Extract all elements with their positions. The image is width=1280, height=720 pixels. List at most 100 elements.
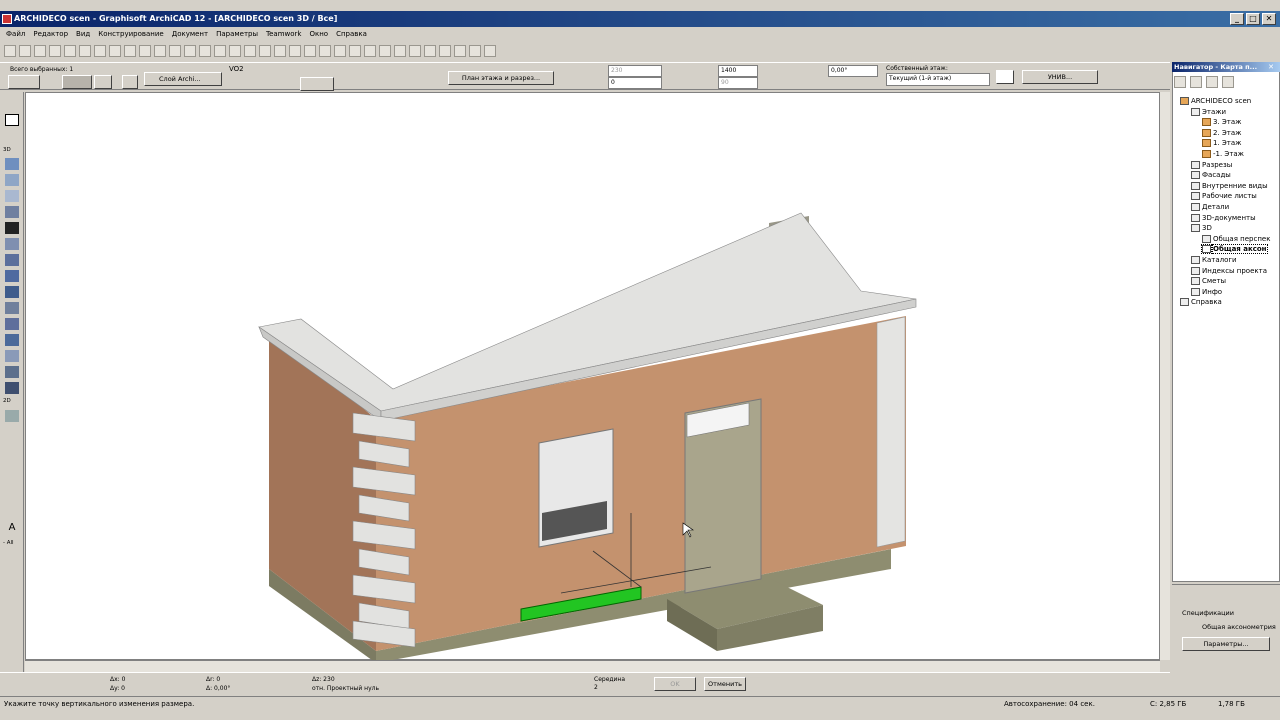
arrow-tool-button[interactable]: [8, 75, 40, 89]
fill-tool-icon[interactable]: [5, 506, 19, 518]
viewport-vertical-scrollbar[interactable]: [1160, 92, 1170, 660]
level-dimension-icon[interactable]: [319, 45, 331, 57]
menu-teamwork[interactable]: Teamwork: [266, 28, 301, 40]
spline-tool-icon[interactable]: [5, 474, 19, 486]
tree-item[interactable]: Внутренние виды: [1191, 181, 1268, 191]
open-file-icon[interactable]: [19, 45, 31, 57]
window-icon[interactable]: [5, 190, 19, 202]
spline-icon[interactable]: [424, 45, 436, 57]
arrow-tool-icon[interactable]: [5, 114, 19, 126]
print-icon[interactable]: [49, 45, 61, 57]
menu-edit[interactable]: Редактор: [33, 28, 68, 40]
menu-file[interactable]: Файл: [6, 28, 25, 40]
building-3d-model[interactable]: [26, 93, 1161, 663]
top-height-field[interactable]: 230: [608, 65, 662, 77]
cancel-button[interactable]: Отменить: [704, 677, 746, 691]
menu-view[interactable]: Вид: [76, 28, 90, 40]
project-map-icon[interactable]: [1174, 76, 1186, 88]
navigator-close-icon[interactable]: ✕: [1264, 63, 1278, 71]
tree-item[interactable]: Разрезы: [1191, 160, 1232, 170]
detail-tool-icon[interactable]: [5, 634, 19, 646]
menu-document[interactable]: Документ: [172, 28, 208, 40]
polyline-icon[interactable]: [409, 45, 421, 57]
roof-tool-icon[interactable]: [274, 45, 286, 57]
size-b-field[interactable]: 90: [718, 77, 758, 89]
camera-tool-icon[interactable]: [5, 586, 19, 598]
layout-book-icon[interactable]: [1206, 76, 1218, 88]
tree-item[interactable]: Детали: [1191, 202, 1229, 212]
column-tool-icon[interactable]: [229, 45, 241, 57]
tree-item[interactable]: 3. Этаж: [1202, 117, 1241, 127]
marquee-tool-icon[interactable]: [5, 130, 19, 142]
beam-tool-icon[interactable]: [244, 45, 256, 57]
menu-options[interactable]: Параметры: [216, 28, 258, 40]
wall-icon[interactable]: [5, 158, 19, 170]
tree-item[interactable]: Общая перспек: [1202, 234, 1270, 244]
layers-icon[interactable]: [199, 45, 211, 57]
lock-icon[interactable]: [94, 75, 112, 89]
publisher-icon[interactable]: [1222, 76, 1234, 88]
tree-item[interactable]: Сметы: [1191, 276, 1226, 286]
label-tool-icon[interactable]: [5, 554, 19, 566]
section-tool-icon[interactable]: [5, 602, 19, 614]
zoom-icon[interactable]: [169, 45, 181, 57]
view-map-icon[interactable]: [1190, 76, 1202, 88]
viewport-bottom-controls[interactable]: [25, 660, 1160, 672]
tree-item[interactable]: Фасады: [1191, 170, 1231, 180]
archicad-app-icon[interactable]: [2, 14, 12, 24]
grid-icon[interactable]: [184, 45, 196, 57]
tree-item[interactable]: Общая аксон: [1201, 244, 1268, 255]
door-icon[interactable]: [5, 174, 19, 186]
polyline-tool-icon[interactable]: [5, 458, 19, 470]
line-tool-icon[interactable]: [5, 426, 19, 438]
close-button[interactable]: ✕: [1262, 13, 1276, 25]
skylight-icon[interactable]: [5, 302, 19, 314]
stair-icon[interactable]: [5, 334, 19, 346]
arc-tool-icon[interactable]: [5, 442, 19, 454]
mesh-tool-icon[interactable]: [289, 45, 301, 57]
symbol-icon[interactable]: [996, 70, 1014, 84]
tree-item[interactable]: Каталоги: [1191, 255, 1237, 265]
arc-icon[interactable]: [394, 45, 406, 57]
own-floor-dropdown[interactable]: Текущий (1-й этаж): [886, 73, 990, 86]
tree-item[interactable]: Рабочие листы: [1191, 191, 1257, 201]
bottom-height-field[interactable]: 0: [608, 77, 662, 89]
edit-selection-icon[interactable]: [122, 75, 138, 89]
tree-item[interactable]: 2. Этаж: [1202, 128, 1241, 138]
redraw-icon[interactable]: [154, 45, 166, 57]
tree-item[interactable]: Этажи: [1191, 107, 1226, 117]
new-file-icon[interactable]: [4, 45, 16, 57]
selection-method-button[interactable]: [62, 75, 92, 89]
tree-item[interactable]: -1. Этаж: [1202, 149, 1244, 159]
menu-help[interactable]: Справка: [336, 28, 367, 40]
dimension-icon[interactable]: [304, 45, 316, 57]
tree-item[interactable]: ARCHIDECO scen: [1180, 96, 1251, 106]
dimension-tool-icon[interactable]: [5, 410, 19, 422]
cut-icon[interactable]: [109, 45, 121, 57]
copy-icon[interactable]: [124, 45, 136, 57]
ok-button[interactable]: OK: [654, 677, 696, 691]
slab-tool-icon[interactable]: [259, 45, 271, 57]
tree-item[interactable]: 3D: [1191, 223, 1212, 233]
plan-and-section-button[interactable]: План этажа и разрез...: [448, 71, 554, 85]
shell-icon[interactable]: [5, 270, 19, 282]
lamp-icon[interactable]: [5, 350, 19, 362]
save-icon[interactable]: [34, 45, 46, 57]
tree-item[interactable]: Справка: [1180, 297, 1222, 307]
3d-settings-icon[interactable]: [469, 45, 481, 57]
parameters-button[interactable]: Параметры...: [1182, 637, 1270, 651]
fill-icon[interactable]: [364, 45, 376, 57]
menu-window[interactable]: Окно: [309, 28, 328, 40]
tree-item[interactable]: 3D-документы: [1191, 213, 1256, 223]
zone-icon[interactable]: [5, 366, 19, 378]
layer-dropdown[interactable]: Слой Archi...: [144, 72, 222, 86]
hotspot-tool-icon[interactable]: [5, 490, 19, 502]
text-tool-icon[interactable]: A: [5, 522, 19, 534]
line-icon[interactable]: [379, 45, 391, 57]
3d-viewport[interactable]: [25, 92, 1161, 663]
object-icon[interactable]: [5, 318, 19, 330]
beam-icon[interactable]: [5, 222, 19, 234]
maximize-button[interactable]: □: [1246, 13, 1260, 25]
tree-item[interactable]: Инфо: [1191, 287, 1222, 297]
worksheet-tool-icon[interactable]: [5, 650, 19, 662]
